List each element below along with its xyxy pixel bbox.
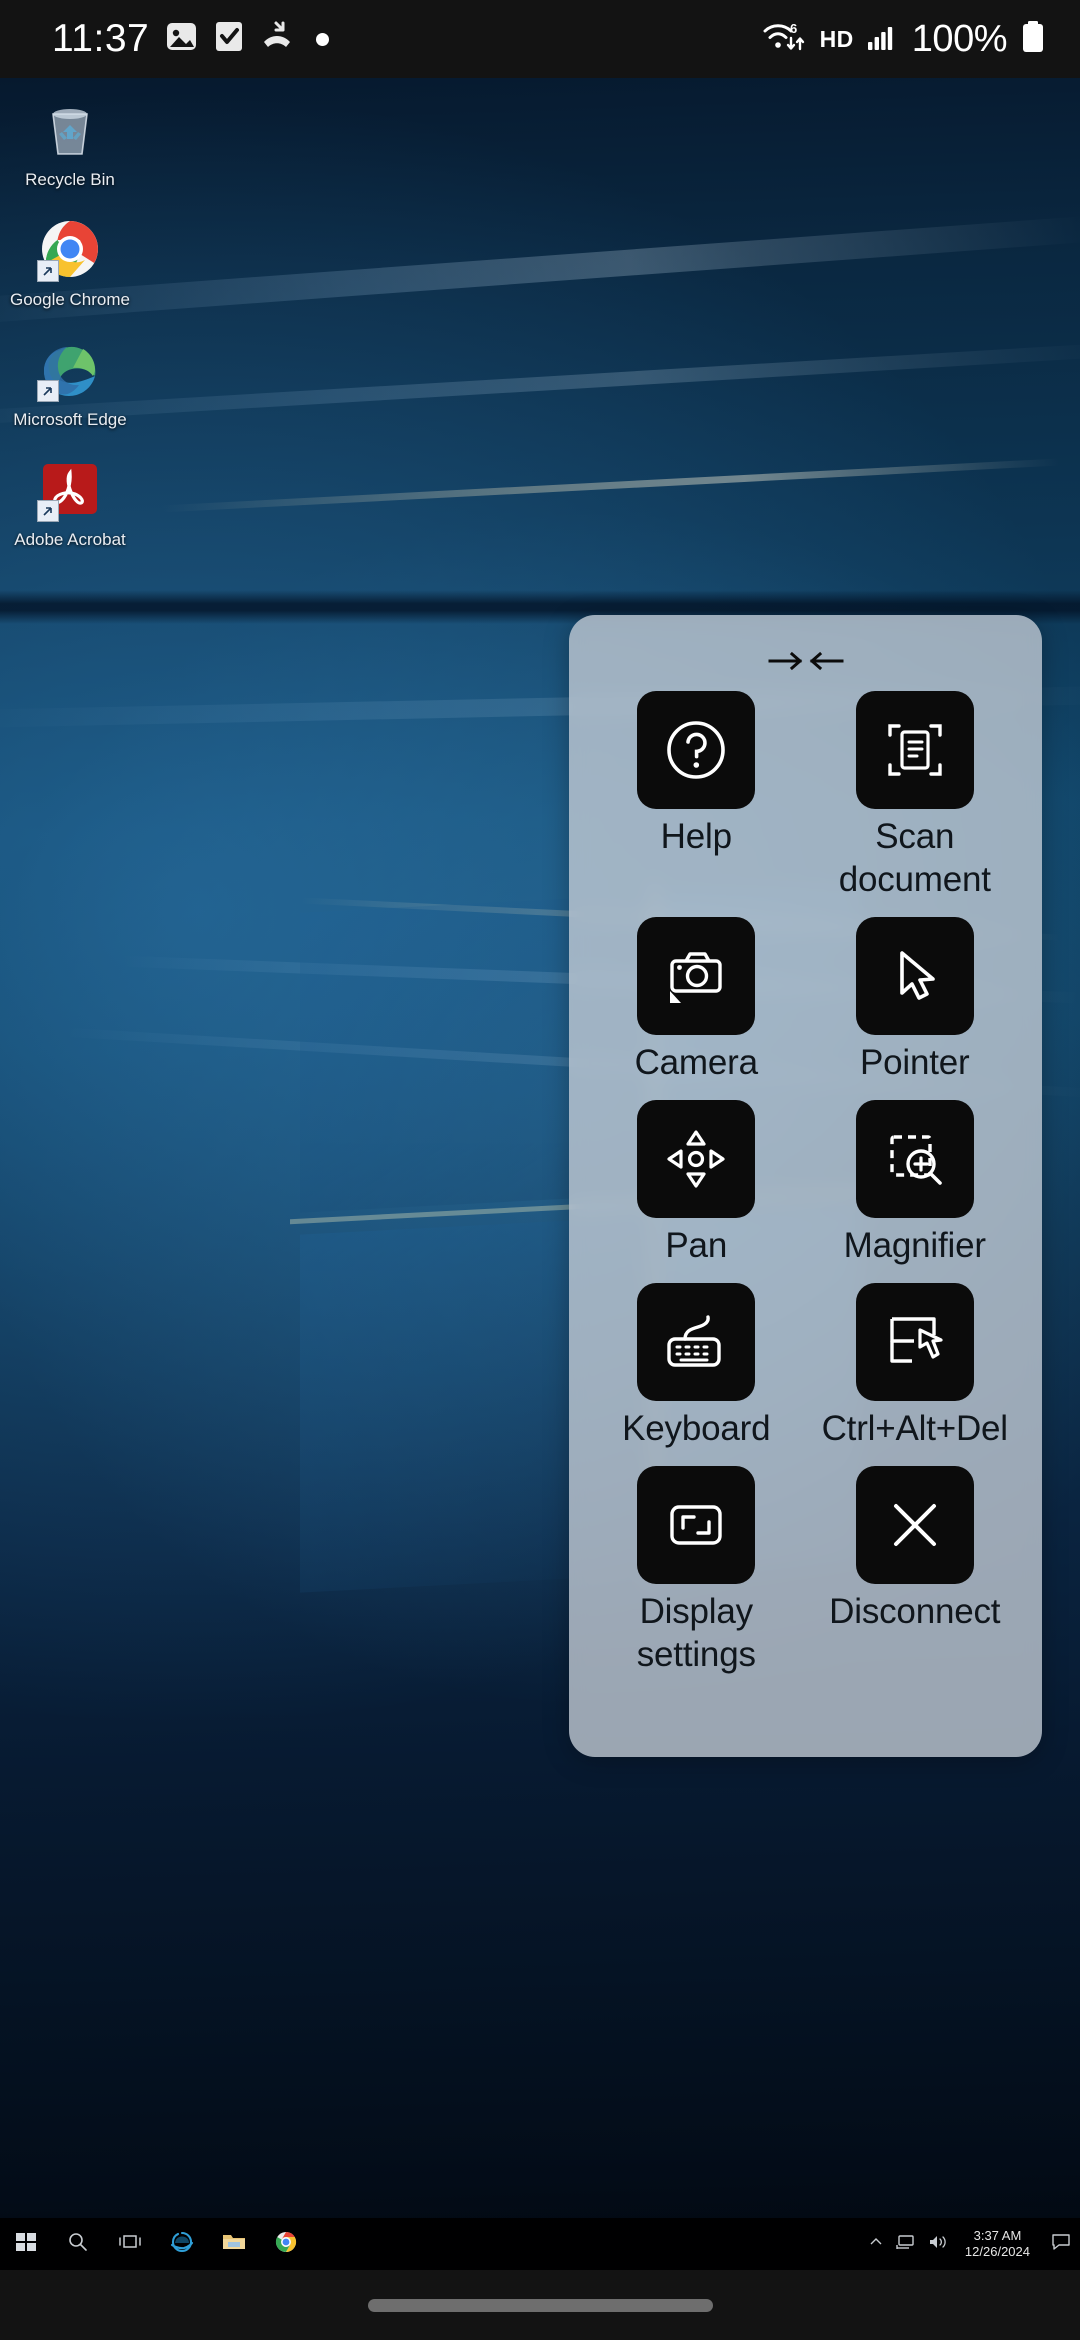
panel-item-label: Magnifier bbox=[843, 1226, 986, 1265]
panel-item-pan[interactable]: Pan bbox=[587, 1100, 806, 1267]
panel-item-pointer[interactable]: Pointer bbox=[806, 917, 1025, 1084]
panel-item-label: Scan document bbox=[838, 817, 991, 899]
scan-document-icon bbox=[855, 691, 974, 809]
shortcut-badge-icon bbox=[37, 260, 59, 282]
desktop-icon-list: Recycle Bin Google Chrome Microsoft Edge… bbox=[0, 78, 200, 566]
panel-item-label: Display settings bbox=[636, 1592, 756, 1674]
remote-session-control-panel: Help Scan document Camera Pointer Pan Ma… bbox=[569, 615, 1042, 1757]
dot-icon bbox=[316, 32, 330, 46]
panel-item-ctrl-alt-del[interactable]: Ctrl+Alt+Del bbox=[806, 1283, 1025, 1450]
tray-clock[interactable]: 3:37 AM 12/26/2024 bbox=[959, 2228, 1036, 2260]
windows-logo-icon bbox=[15, 2231, 37, 2258]
chrome-icon bbox=[274, 2230, 298, 2259]
network-icon[interactable] bbox=[895, 2232, 917, 2257]
wifi-6-icon: 6 bbox=[763, 19, 807, 60]
camera-icon bbox=[637, 917, 756, 1035]
panel-item-display-settings[interactable]: Display settings bbox=[587, 1466, 806, 1676]
internet-explorer-button[interactable] bbox=[156, 2218, 208, 2270]
shortcut-badge-icon bbox=[37, 380, 59, 402]
android-navigation-bar bbox=[0, 2270, 1080, 2340]
ctrl-alt-del-icon bbox=[855, 1283, 974, 1401]
desktop-icon-recycle-bin[interactable]: Recycle Bin bbox=[0, 86, 140, 196]
speaker-icon[interactable] bbox=[927, 2232, 949, 2257]
desktop-icon-label: Adobe Acrobat bbox=[14, 530, 126, 549]
control-panel-grid: Help Scan document Camera Pointer Pan Ma… bbox=[569, 691, 1042, 1692]
hd-icon: HD bbox=[819, 25, 854, 52]
system-tray: 3:37 AM 12/26/2024 bbox=[867, 2218, 1080, 2270]
missed-call-icon bbox=[260, 20, 294, 59]
task-view-icon bbox=[118, 2231, 142, 2258]
panel-item-label: Camera bbox=[634, 1043, 758, 1082]
acrobat-icon bbox=[37, 456, 103, 522]
panel-item-label: Help bbox=[660, 817, 732, 856]
question-circle-icon bbox=[637, 691, 756, 809]
android-status-bar: 11:37 6 HD 100% bbox=[0, 0, 1080, 78]
phone-screen: Recycle Bin Google Chrome Microsoft Edge… bbox=[0, 0, 1080, 2340]
panel-item-label: Ctrl+Alt+Del bbox=[821, 1409, 1008, 1448]
tray-date: 12/26/2024 bbox=[964, 2244, 1030, 2259]
start-button[interactable] bbox=[0, 2218, 52, 2270]
chrome-taskbar-button[interactable] bbox=[260, 2218, 312, 2270]
cursor-arrow-icon bbox=[855, 917, 974, 1035]
collapse-arrows-icon bbox=[768, 646, 844, 681]
status-bar-left: 11:37 bbox=[52, 17, 330, 61]
task-view-button[interactable] bbox=[104, 2218, 156, 2270]
panel-item-label: Pan bbox=[665, 1226, 728, 1265]
desktop-icon-label: Google Chrome bbox=[9, 290, 130, 309]
panel-item-label: Keyboard bbox=[622, 1409, 771, 1448]
status-bar-clock: 11:37 bbox=[52, 17, 150, 60]
panel-item-camera[interactable]: Camera bbox=[587, 917, 806, 1084]
pan-arrows-icon bbox=[637, 1100, 756, 1218]
search-button[interactable] bbox=[52, 2218, 104, 2270]
search-icon bbox=[67, 2231, 89, 2258]
collapse-panel-button[interactable] bbox=[736, 635, 876, 691]
home-gesture-pill[interactable] bbox=[367, 2298, 713, 2312]
recycle-bin-icon bbox=[37, 96, 103, 162]
desktop-icon-microsoft-edge[interactable]: Microsoft Edge bbox=[0, 326, 140, 436]
windows-taskbar: 3:37 AM 12/26/2024 bbox=[0, 2218, 1080, 2270]
check-square-icon bbox=[214, 20, 244, 58]
desktop-icon-label: Recycle Bin bbox=[25, 170, 115, 189]
notification-icon[interactable] bbox=[1046, 2232, 1072, 2257]
internet-explorer-icon bbox=[169, 2229, 195, 2260]
panel-item-magnifier[interactable]: Magnifier bbox=[806, 1100, 1025, 1267]
battery-percent-label: 100% bbox=[911, 17, 1008, 60]
chrome-icon bbox=[37, 216, 103, 282]
shortcut-badge-icon bbox=[37, 500, 59, 522]
image-icon bbox=[165, 20, 198, 58]
battery-icon bbox=[1020, 20, 1046, 59]
panel-item-label: Pointer bbox=[860, 1043, 970, 1082]
panel-item-scan-document[interactable]: Scan document bbox=[806, 691, 1025, 901]
folder-icon bbox=[221, 2230, 247, 2259]
keyboard-icon bbox=[637, 1283, 756, 1401]
tray-time: 3:37 AM bbox=[973, 2228, 1022, 2243]
panel-item-disconnect[interactable]: Disconnect bbox=[806, 1466, 1025, 1676]
svg-text:6: 6 bbox=[790, 21, 797, 36]
cellular-signal-icon bbox=[867, 22, 899, 57]
desktop-icon-google-chrome[interactable]: Google Chrome bbox=[0, 206, 140, 316]
close-x-icon bbox=[855, 1466, 974, 1584]
panel-item-label: Disconnect bbox=[829, 1592, 1001, 1631]
status-bar-right: 6 HD 100% bbox=[763, 18, 1046, 61]
edge-icon bbox=[37, 336, 103, 402]
file-explorer-button[interactable] bbox=[208, 2218, 260, 2270]
desktop-icon-label: Microsoft Edge bbox=[13, 410, 127, 429]
taskbar-buttons bbox=[0, 2218, 312, 2270]
chevron-up-icon[interactable] bbox=[867, 2233, 885, 2256]
panel-item-help[interactable]: Help bbox=[587, 691, 806, 901]
desktop-icon-adobe-acrobat[interactable]: Adobe Acrobat bbox=[0, 446, 140, 556]
panel-item-keyboard[interactable]: Keyboard bbox=[587, 1283, 806, 1450]
display-settings-icon bbox=[637, 1466, 756, 1584]
magnifier-icon bbox=[855, 1100, 974, 1218]
